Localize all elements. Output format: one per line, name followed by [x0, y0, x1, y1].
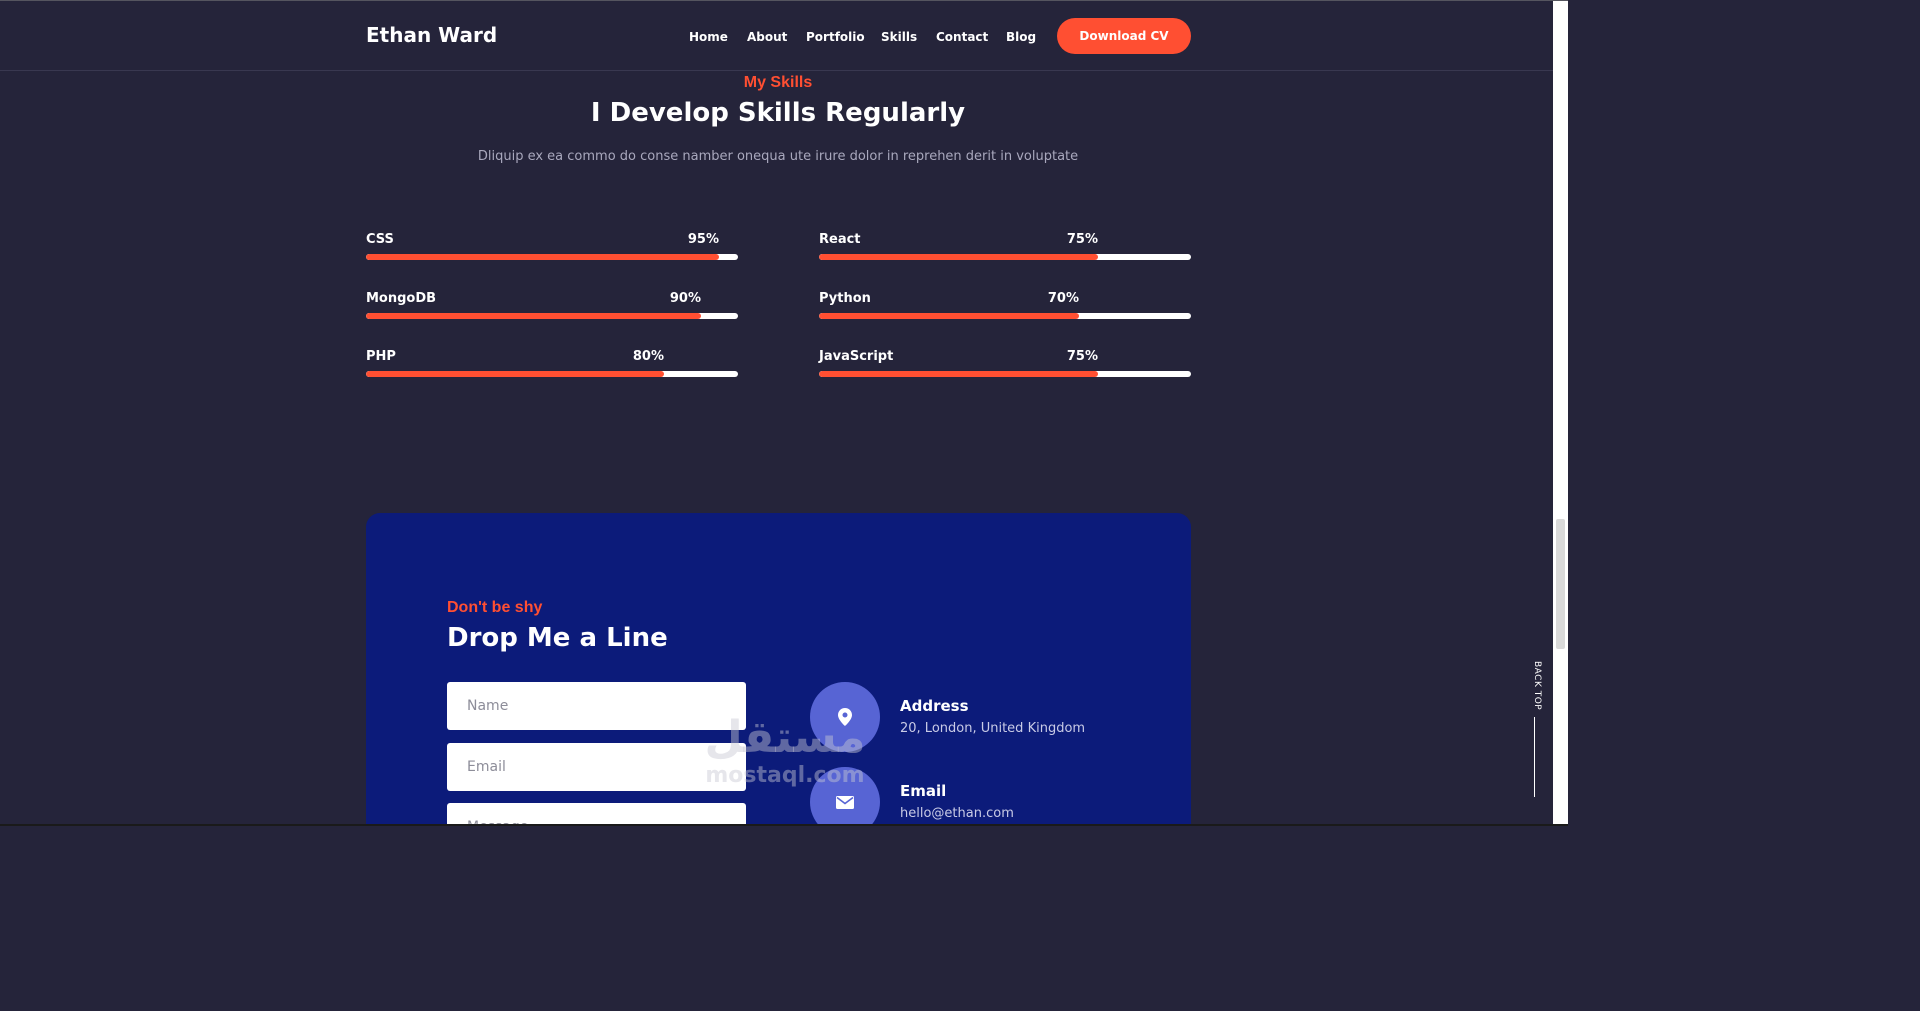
- contact-title: Drop Me a Line: [447, 623, 668, 653]
- skill-mongodb: MongoDB 90%: [366, 291, 738, 331]
- back-top-link[interactable]: BACK TOP: [1528, 661, 1542, 710]
- skill-name: Python: [819, 291, 871, 306]
- page: Ethan Ward Home About Portfolio Skills C…: [0, 0, 1568, 826]
- skill-name: React: [819, 232, 861, 247]
- bottom-edge: [0, 824, 1568, 826]
- skills-eyebrow: My Skills: [743, 74, 813, 91]
- skill-progress-fill: [366, 313, 701, 319]
- skill-progress-track: [819, 371, 1191, 377]
- address-title: Address: [900, 697, 969, 715]
- skill-php: PHP 80%: [366, 349, 738, 389]
- skills-subtitle: Dliquip ex ea commo do conse namber oneq…: [477, 149, 1079, 164]
- skill-percent: 95%: [687, 232, 719, 247]
- skill-javascript: JavaScript 75%: [819, 349, 1191, 389]
- nav-portfolio[interactable]: Portfolio: [806, 30, 865, 44]
- back-top-line: [1534, 717, 1535, 797]
- nav-home[interactable]: Home: [689, 30, 728, 44]
- skill-progress-fill: [819, 254, 1098, 260]
- skills-title: I Develop Skills Regularly: [590, 98, 966, 128]
- nav-blog[interactable]: Blog: [1006, 30, 1036, 44]
- envelope-icon: [836, 795, 854, 809]
- nav-about[interactable]: About: [747, 30, 787, 44]
- skill-progress-track: [366, 313, 738, 319]
- skill-progress-fill: [366, 371, 664, 377]
- contact-card: Don't be shy Drop Me a Line Address 20, …: [366, 513, 1191, 826]
- site-header: Ethan Ward Home About Portfolio Skills C…: [0, 1, 1553, 71]
- skill-react: React 75%: [819, 232, 1191, 272]
- skill-progress-fill: [366, 254, 719, 260]
- skill-progress-fill: [819, 371, 1098, 377]
- email-title: Email: [900, 782, 947, 800]
- skill-python: Python 70%: [819, 291, 1191, 331]
- skill-name: MongoDB: [366, 291, 437, 306]
- skill-name: JavaScript: [819, 349, 894, 364]
- email-input[interactable]: [447, 743, 746, 791]
- skill-progress-fill: [819, 313, 1079, 319]
- name-input[interactable]: [447, 682, 746, 730]
- nav-skills[interactable]: Skills: [881, 30, 917, 44]
- page-scrollbar[interactable]: [1553, 1, 1568, 826]
- contact-eyebrow: Don't be shy: [447, 599, 543, 616]
- address-text: 20, London, United Kingdom: [900, 721, 1086, 736]
- nav-contact[interactable]: Contact: [936, 30, 988, 44]
- skill-progress-track: [819, 254, 1191, 260]
- email-icon-circle: [810, 767, 880, 826]
- address-icon-circle: [810, 682, 880, 752]
- skill-percent: 80%: [632, 349, 664, 364]
- skill-name: PHP: [366, 349, 396, 364]
- skill-percent: 70%: [1047, 291, 1079, 306]
- skill-css: CSS 95%: [366, 232, 738, 272]
- skill-percent: 75%: [1066, 349, 1098, 364]
- scrollbar-thumb[interactable]: [1556, 519, 1565, 649]
- skill-progress-track: [819, 313, 1191, 319]
- skill-progress-track: [366, 371, 738, 377]
- site-logo[interactable]: Ethan Ward: [366, 23, 497, 47]
- skill-progress-track: [366, 254, 738, 260]
- skill-percent: 75%: [1066, 232, 1098, 247]
- download-cv-button[interactable]: Download CV: [1057, 18, 1191, 54]
- location-pin-icon: [838, 708, 852, 726]
- email-text[interactable]: hello@ethan.com: [900, 806, 1014, 821]
- skill-name: CSS: [366, 232, 394, 247]
- skill-percent: 90%: [669, 291, 701, 306]
- message-input[interactable]: [447, 803, 746, 826]
